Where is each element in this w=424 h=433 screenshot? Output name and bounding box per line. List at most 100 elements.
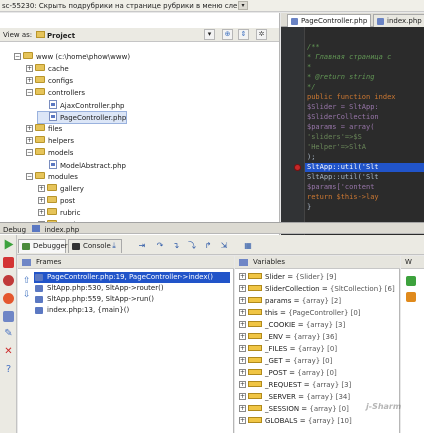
tree-folder-item[interactable]: − controllers	[26, 88, 85, 99]
code-line[interactable]: 'Helper'=>SltA	[307, 143, 366, 152]
chevron-down-icon[interactable]: ▾	[238, 1, 248, 10]
tree-folder-item[interactable]: − models	[26, 148, 73, 159]
variable-row[interactable]: + _SERVER = {array} [34]	[239, 392, 350, 403]
expand-icon[interactable]: +	[38, 185, 45, 192]
tree-folder-item[interactable]: + rubric	[38, 208, 80, 219]
variable-row[interactable]: + _ENV = {array} [36]	[239, 332, 337, 343]
code-line[interactable]: * Главная страница с	[307, 53, 391, 62]
expand-icon[interactable]: +	[239, 309, 246, 316]
pin-icon[interactable]: ✎	[3, 329, 14, 340]
code-line[interactable]: SltApp::util('Slt	[307, 173, 379, 182]
variable-row[interactable]: + _POST = {array} [0]	[239, 368, 337, 379]
close-icon[interactable]: ✕	[3, 347, 14, 358]
force-step-into-icon[interactable]: ⤵	[186, 239, 198, 251]
expand-icon[interactable]: +	[26, 65, 33, 72]
expand-icon[interactable]: +	[239, 321, 246, 328]
variable-row[interactable]: + _REQUEST = {array} [3]	[239, 380, 351, 391]
code-line[interactable]: $Slider = SltApp:	[307, 103, 379, 112]
variable-row[interactable]: + GLOBALS = {array} [10]	[239, 416, 352, 427]
breakpoint-icon[interactable]	[294, 164, 301, 171]
expand-icon[interactable]: +	[239, 357, 246, 364]
code-line[interactable]: return $this->lay	[307, 193, 379, 202]
expand-icon[interactable]: +	[239, 393, 246, 400]
tree-folder-item[interactable]: − www (c:\home\phow\www)	[14, 52, 130, 63]
console-pin-icon[interactable]: ⤓	[108, 239, 120, 251]
expand-icon[interactable]: +	[239, 369, 246, 376]
resume-icon[interactable]	[4, 239, 14, 250]
help-icon[interactable]: ?	[3, 365, 14, 376]
tree-folder-item[interactable]: + files	[26, 124, 62, 135]
step-into-icon[interactable]: ↴	[170, 239, 182, 251]
project-view-select[interactable]: Project	[36, 31, 75, 40]
tree-folder-item[interactable]: + cache	[26, 64, 69, 75]
tab-debugger[interactable]: Debugger	[18, 239, 68, 253]
frame-row[interactable]: SltApp.php:559, SltApp->run()	[34, 294, 230, 305]
frame-row[interactable]: PageController.php:19, PageController->i…	[34, 272, 230, 283]
variable-row[interactable]: + _COOKIE = {array} [3]	[239, 320, 345, 331]
tree-file-item[interactable]: AjaxController.php	[38, 100, 125, 111]
frame-up-icon[interactable]: ⇧	[23, 276, 31, 286]
step-out-icon[interactable]: ↱	[202, 239, 214, 251]
expand-icon[interactable]: +	[26, 77, 33, 84]
add-watch-icon[interactable]	[406, 276, 416, 286]
evaluate-expression-icon[interactable]: ▦	[242, 239, 254, 251]
variable-row[interactable]: + _GET = {array} [0]	[239, 356, 332, 367]
code-line[interactable]: 'sliders'=>$S	[307, 133, 362, 142]
expand-icon[interactable]: +	[239, 297, 246, 304]
collapse-icon[interactable]: −	[26, 89, 33, 96]
frame-row[interactable]: SltApp.php:530, SltApp->router()	[34, 283, 230, 294]
view-select-chevron-icon[interactable]: ▾	[204, 29, 215, 40]
code-line[interactable]: $SliderCollection	[307, 113, 379, 122]
expand-icon[interactable]: +	[239, 381, 246, 388]
collapse-icon[interactable]: −	[26, 173, 33, 180]
code-line[interactable]: $params = array(	[307, 123, 374, 132]
expand-icon[interactable]: +	[239, 417, 246, 424]
tree-folder-item[interactable]: + configs	[26, 76, 73, 87]
code-line[interactable]: /**	[307, 43, 320, 52]
tab-index[interactable]: index.php	[373, 14, 424, 27]
collapse-all-icon[interactable]: ⇕	[238, 29, 249, 40]
step-over-icon[interactable]: ↷	[154, 239, 166, 251]
restore-layout-icon[interactable]	[3, 311, 14, 322]
variable-row[interactable]: + Slider = {Slider} [9]	[239, 272, 336, 283]
tree-folder-item[interactable]: + gallery	[38, 184, 84, 195]
collapse-icon[interactable]: −	[26, 149, 33, 156]
frame-down-icon[interactable]: ⇩	[23, 290, 31, 300]
expand-icon[interactable]: +	[239, 285, 246, 292]
collapse-icon[interactable]: −	[14, 53, 21, 60]
remove-watch-icon[interactable]	[406, 292, 416, 302]
expand-icon[interactable]: +	[239, 405, 246, 412]
code-line[interactable]: */	[307, 83, 315, 92]
tree-file-item[interactable]: PageController.php	[36, 111, 128, 124]
code-line[interactable]: );	[307, 153, 315, 162]
editor-gutter[interactable]	[281, 27, 305, 238]
variable-row[interactable]: + params = {array} [2]	[239, 296, 341, 307]
tree-file-item[interactable]: ModelAbstract.php	[38, 160, 126, 171]
show-execution-point-icon[interactable]: ⇥	[136, 239, 148, 251]
code-line[interactable]: SltApp::util('Slt	[305, 163, 424, 172]
expand-icon[interactable]: +	[26, 125, 33, 132]
expand-icon[interactable]: +	[239, 333, 246, 340]
variable-row[interactable]: + this = {PageController} [0]	[239, 308, 361, 319]
expand-icon[interactable]: +	[239, 345, 246, 352]
tab-page-controller[interactable]: PageController.php	[287, 14, 371, 27]
code-line[interactable]: *	[307, 63, 311, 72]
view-breakpoints-icon[interactable]	[3, 275, 14, 286]
code-line[interactable]: * @return string	[307, 73, 374, 82]
scroll-from-source-icon[interactable]: ⊕	[222, 29, 233, 40]
frame-row[interactable]: index.php:13, {main}()	[34, 305, 230, 316]
tree-folder-item[interactable]: − modules	[26, 172, 78, 183]
mute-breakpoints-icon[interactable]	[3, 293, 14, 304]
code-line[interactable]: public function index	[307, 93, 396, 102]
code-line[interactable]: $params['content	[307, 183, 374, 192]
variable-row[interactable]: + _FILES = {array} [0]	[239, 344, 337, 355]
tree-folder-item[interactable]: + post	[38, 196, 75, 207]
stop-icon[interactable]	[3, 257, 14, 268]
tree-folder-item[interactable]: + helpers	[26, 136, 74, 147]
code-line[interactable]: }	[307, 203, 311, 212]
settings-gear-icon[interactable]: ✲	[256, 29, 267, 40]
expand-icon[interactable]: +	[38, 197, 45, 204]
variable-row[interactable]: + SliderCollection = {SltCollection} [6]	[239, 284, 395, 295]
variable-row[interactable]: + _SESSION = {array} [0]	[239, 404, 349, 415]
expand-icon[interactable]: +	[239, 273, 246, 280]
